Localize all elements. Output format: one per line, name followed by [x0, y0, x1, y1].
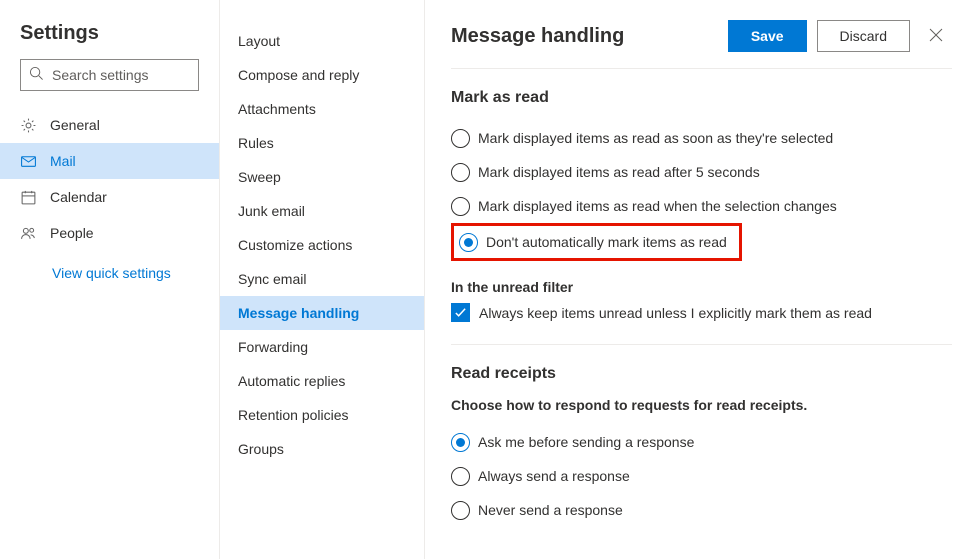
category-label: People — [50, 225, 94, 241]
receipt-option-never[interactable]: Never send a response — [451, 493, 952, 527]
search-icon — [29, 66, 44, 84]
radio-icon — [451, 129, 470, 148]
close-icon — [929, 28, 943, 45]
mark-read-option-selected[interactable]: Mark displayed items as read as soon as … — [451, 121, 952, 155]
radio-icon — [451, 501, 470, 520]
nav-item-compose-and-reply[interactable]: Compose and reply — [220, 58, 424, 92]
category-people[interactable]: People — [0, 215, 219, 251]
radio-label: Mark displayed items as read after 5 sec… — [478, 164, 760, 180]
gear-icon — [20, 117, 37, 134]
read-receipts-help: Choose how to respond to requests for re… — [451, 397, 952, 413]
discard-button[interactable]: Discard — [817, 20, 910, 52]
radio-label: Never send a response — [478, 502, 623, 518]
nav-item-automatic-replies[interactable]: Automatic replies — [220, 364, 424, 398]
mark-read-option-after-delay[interactable]: Mark displayed items as read after 5 sec… — [451, 155, 952, 189]
pane-title: Message handling — [451, 25, 624, 48]
radio-label: Ask me before sending a response — [478, 434, 694, 450]
radio-label: Mark displayed items as read when the se… — [478, 198, 837, 214]
category-label: Mail — [50, 153, 76, 169]
save-button[interactable]: Save — [728, 20, 807, 52]
category-calendar[interactable]: Calendar — [0, 179, 219, 215]
settings-detail-pane: Message handling Save Discard Mark as re… — [425, 0, 980, 559]
mail-sub-nav: LayoutCompose and replyAttachmentsRulesS… — [220, 0, 425, 559]
radio-label: Mark displayed items as read as soon as … — [478, 130, 833, 146]
search-input[interactable] — [52, 67, 233, 83]
mail-icon — [20, 153, 37, 170]
receipt-option-always[interactable]: Always send a response — [451, 459, 952, 493]
nav-item-attachments[interactable]: Attachments — [220, 92, 424, 126]
checkbox-checked-icon — [451, 303, 470, 322]
settings-title: Settings — [0, 22, 219, 59]
radio-label: Don't automatically mark items as read — [486, 234, 727, 250]
radio-label: Always send a response — [478, 468, 630, 484]
nav-item-forwarding[interactable]: Forwarding — [220, 330, 424, 364]
nav-item-rules[interactable]: Rules — [220, 126, 424, 160]
category-general[interactable]: General — [0, 107, 219, 143]
mark-read-option-dont-auto[interactable]: Don't automatically mark items as read — [459, 229, 727, 255]
nav-item-sync-email[interactable]: Sync email — [220, 262, 424, 296]
checkbox-label: Always keep items unread unless I explic… — [479, 305, 872, 321]
nav-item-groups[interactable]: Groups — [220, 432, 424, 466]
section-divider — [451, 344, 952, 345]
category-mail[interactable]: Mail — [0, 143, 219, 179]
radio-icon — [459, 233, 478, 252]
unread-filter-checkbox-row[interactable]: Always keep items unread unless I explic… — [451, 303, 952, 322]
view-quick-settings-link[interactable]: View quick settings — [0, 251, 219, 281]
settings-sidebar: Settings General Mail Calendar — [0, 0, 220, 559]
read-receipts-heading: Read receipts — [451, 365, 952, 383]
radio-icon — [451, 163, 470, 182]
calendar-icon — [20, 189, 37, 206]
radio-icon — [451, 467, 470, 486]
nav-item-sweep[interactable]: Sweep — [220, 160, 424, 194]
people-icon — [20, 225, 37, 242]
category-label: General — [50, 117, 100, 133]
mark-read-option-selection-changes[interactable]: Mark displayed items as read when the se… — [451, 189, 952, 223]
nav-item-retention-policies[interactable]: Retention policies — [220, 398, 424, 432]
search-settings-wrap[interactable] — [20, 59, 199, 91]
close-button[interactable] — [920, 20, 952, 52]
nav-item-layout[interactable]: Layout — [220, 24, 424, 58]
category-label: Calendar — [50, 189, 107, 205]
mark-as-read-heading: Mark as read — [451, 89, 952, 107]
radio-icon — [451, 197, 470, 216]
nav-item-customize-actions[interactable]: Customize actions — [220, 228, 424, 262]
radio-icon — [451, 433, 470, 452]
nav-item-message-handling[interactable]: Message handling — [220, 296, 424, 330]
unread-filter-heading: In the unread filter — [451, 279, 952, 295]
receipt-option-ask[interactable]: Ask me before sending a response — [451, 425, 952, 459]
highlight-annotation: Don't automatically mark items as read — [451, 223, 742, 261]
nav-item-junk-email[interactable]: Junk email — [220, 194, 424, 228]
